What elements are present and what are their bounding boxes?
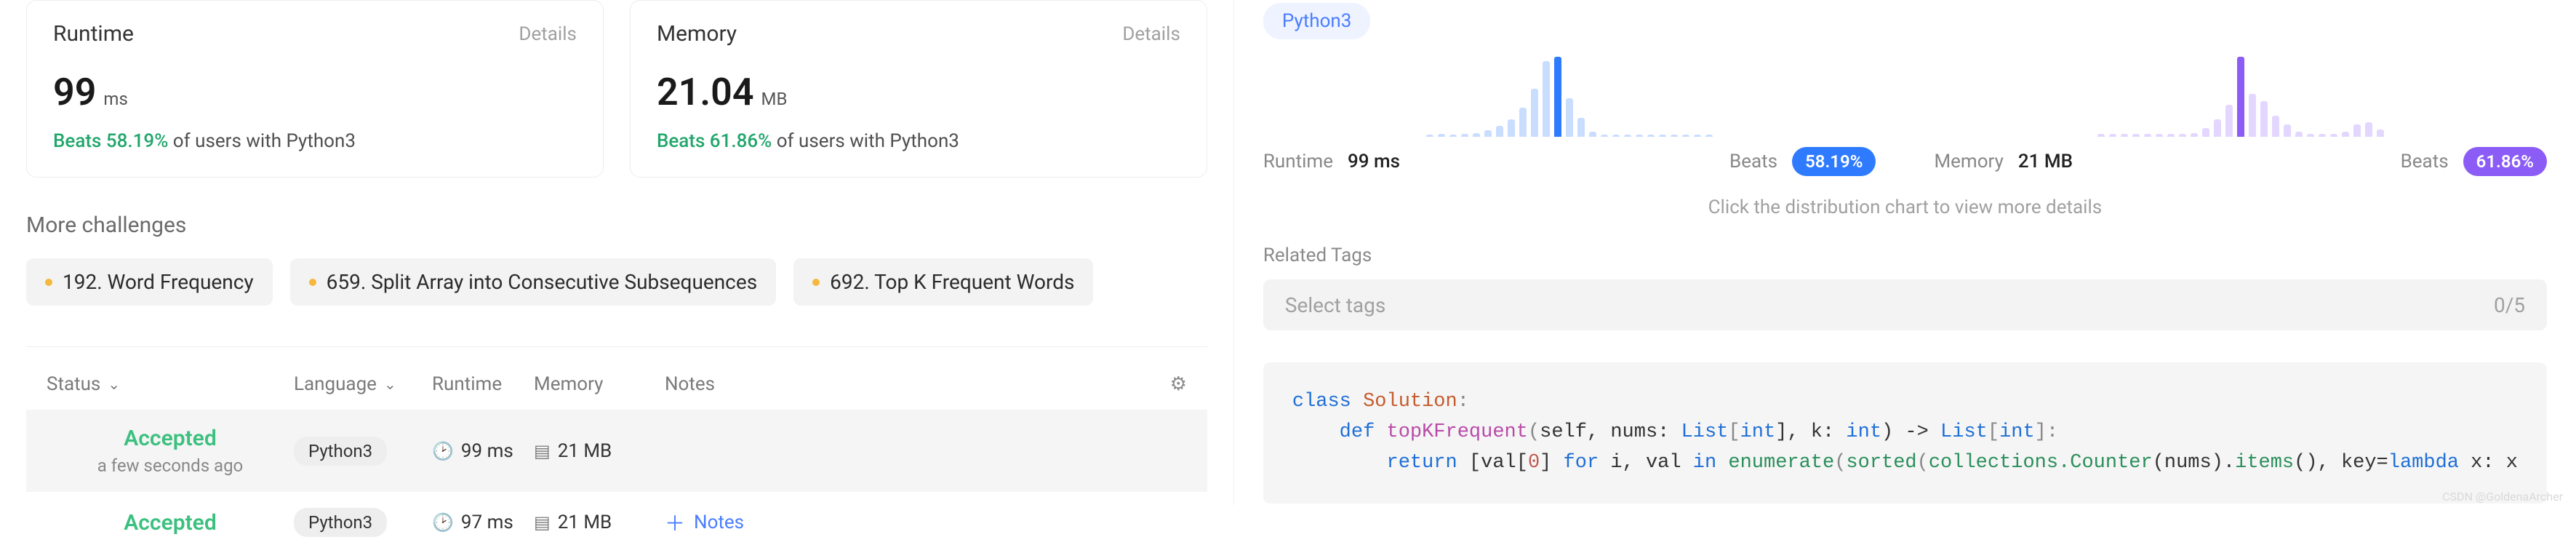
submitted-code: class Solution: def topKFrequent(self, n… [1263,362,2547,504]
memory-value: 21.04 [657,70,754,114]
challenge-chip[interactable]: 692. Top K Frequent Words [793,258,1093,306]
clock-icon: 🕑 [432,441,454,461]
runtime-distribution-chart[interactable] [1263,57,1876,137]
difficulty-dot-icon [309,279,316,286]
runtime-title: Runtime [53,21,134,47]
language-pill: Python3 [294,437,387,466]
plus-icon: ＋ [665,508,685,537]
challenge-chip[interactable]: 659. Split Array into Consecutive Subseq… [290,258,776,306]
runtime-value: 99 [53,70,96,114]
memory-unit: MB [761,89,788,109]
language-tag[interactable]: Python3 [1263,3,1371,39]
runtime-card: Runtime Details 99 ms Beats 58.19% of us… [26,0,604,178]
runtime-dist-label: Runtime [1263,151,1333,172]
submission-row[interactable]: Accepted a few seconds ago Python3 🕑 99 … [26,410,1207,492]
memory-card: Memory Details 21.04 MB Beats 61.86% of … [630,0,1207,178]
language-pill: Python3 [294,508,387,537]
col-notes-header: Notes [665,373,1151,395]
memory-distribution-chart[interactable] [1934,57,2547,137]
runtime-unit: ms [103,89,127,109]
status-text: Accepted [124,510,216,536]
memory-beats: Beats 61.86% of users with Python3 [657,130,1180,152]
submissions-table: Status ⌄ Language ⌄ Runtime Memory Notes… [26,346,1207,553]
runtime-details-link[interactable]: Details [519,23,577,45]
memory-details-link[interactable]: Details [1122,23,1180,45]
beats-label: Beats [1729,151,1777,172]
challenge-label: 659. Split Array into Consecutive Subseq… [327,270,757,294]
add-notes-button[interactable]: ＋ Notes [665,508,1151,537]
chevron-down-icon: ⌄ [384,375,396,393]
status-time: a few seconds ago [97,455,244,476]
memory-cell: 21 MB [558,512,612,533]
tags-placeholder: Select tags [1285,293,1385,317]
memory-title: Memory [657,21,737,47]
clock-icon: 🕑 [432,512,454,533]
difficulty-dot-icon [812,279,820,286]
submission-row[interactable]: Accepted Python3 🕑 97 ms ▤ 21 MB ＋ Notes [26,492,1207,553]
runtime-beats-pill: 58.19% [1792,147,1876,176]
runtime-cell: 97 ms [461,512,513,533]
runtime-cell: 99 ms [461,440,513,462]
runtime-dist-value: 99 ms [1348,151,1400,172]
chip-icon: ▤ [534,512,551,533]
chevron-down-icon: ⌄ [108,375,120,393]
runtime-beats: Beats 58.19% of users with Python3 [53,130,577,152]
more-challenges-title: More challenges [26,212,1207,238]
col-memory-header: Memory [534,373,665,395]
memory-dist-label: Memory [1934,151,2003,172]
col-status-header[interactable]: Status ⌄ [47,373,294,395]
tags-select-input[interactable]: Select tags 0/5 [1263,279,2547,330]
difficulty-dot-icon [45,279,52,286]
memory-cell: 21 MB [558,440,612,462]
col-runtime-header: Runtime [432,373,534,395]
memory-dist-value: 21 MB [2018,151,2073,172]
gear-icon[interactable]: ⚙ [1170,373,1187,395]
challenge-chip[interactable]: 192. Word Frequency [26,258,273,306]
tags-count: 0/5 [2494,293,2525,317]
beats-label: Beats [2401,151,2449,172]
related-tags-title: Related Tags [1263,244,2547,266]
watermark: CSDN @GoldenaArcher [2442,490,2563,504]
status-text: Accepted [124,426,216,451]
challenge-label: 692. Top K Frequent Words [830,270,1074,294]
chip-icon: ▤ [534,441,551,461]
col-language-header[interactable]: Language ⌄ [294,373,432,395]
distribution-hint: Click the distribution chart to view mor… [1263,196,2547,218]
memory-beats-pill: 61.86% [2463,147,2547,176]
challenge-label: 192. Word Frequency [63,270,254,294]
